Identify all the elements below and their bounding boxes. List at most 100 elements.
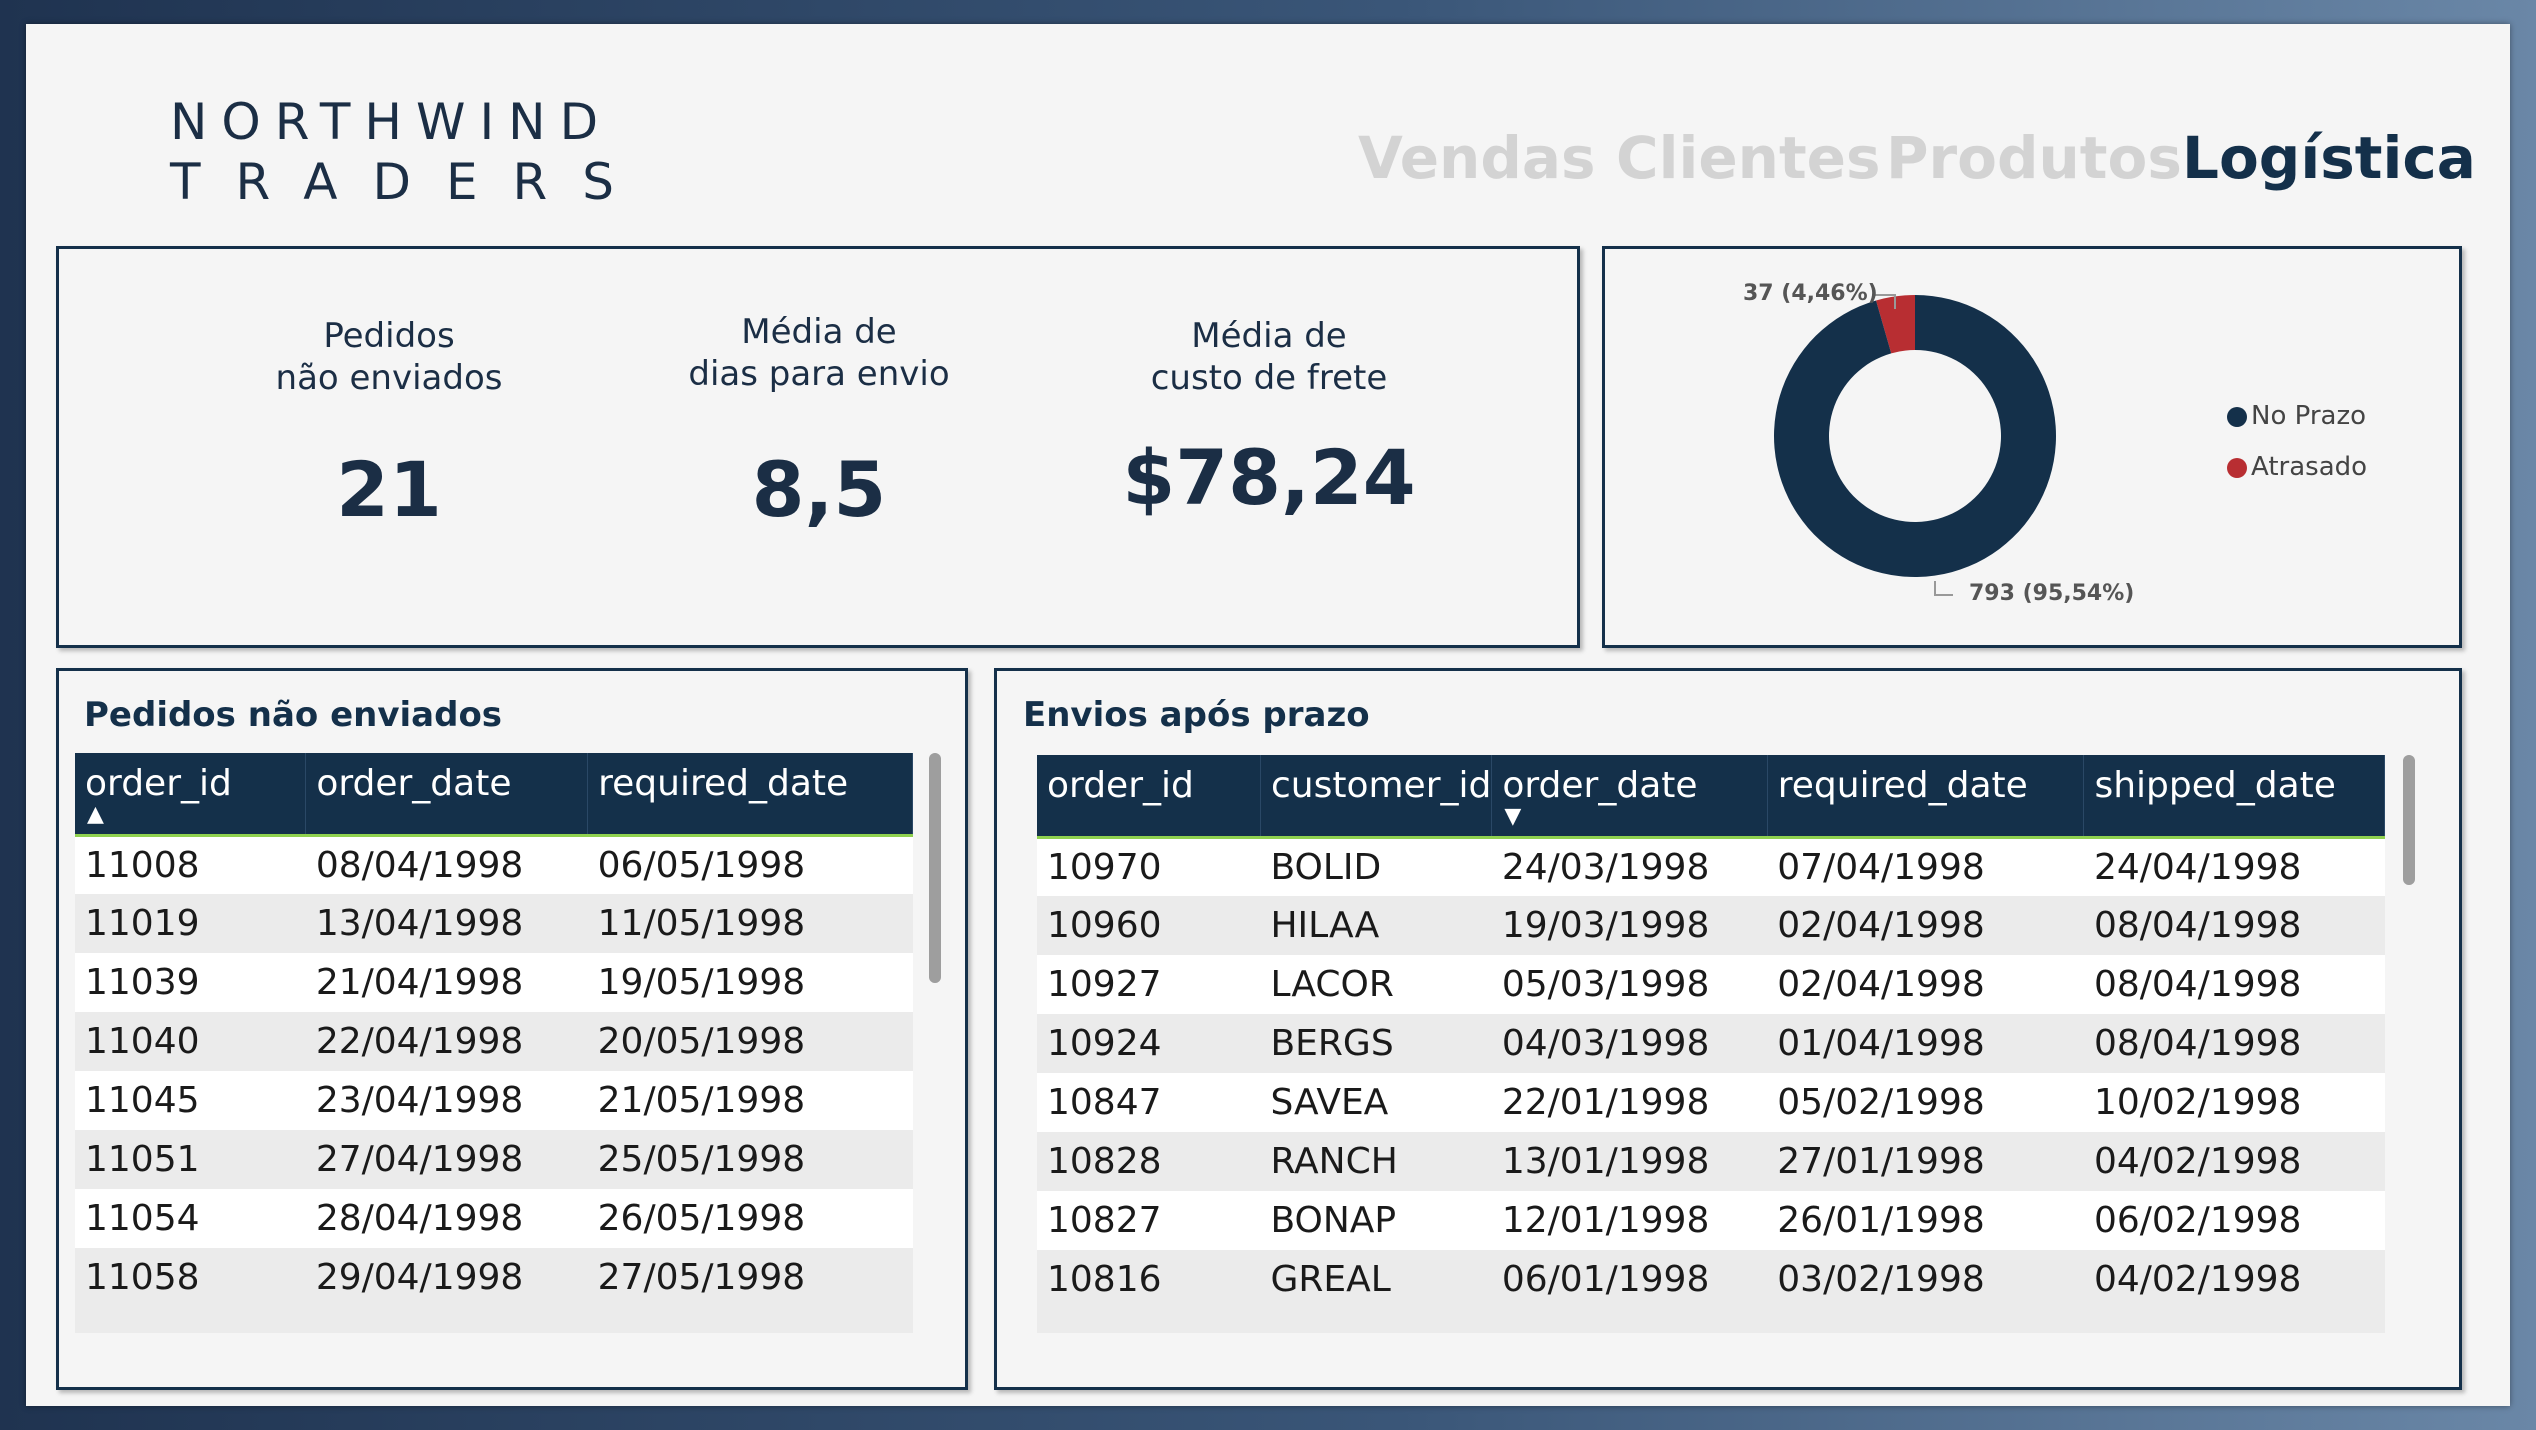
- table-cell: 04/02/1998: [2083, 1132, 2385, 1191]
- table-cell: 27/04/1998: [305, 1130, 588, 1189]
- late-shipments-panel: Envios após prazo order_id customer_id o…: [994, 668, 2462, 1390]
- table-cell: 11019: [75, 894, 306, 953]
- table-cell: 10847: [1037, 1073, 1261, 1132]
- table-cell: 02/04/1998: [1767, 955, 2084, 1014]
- column-header-order-date[interactable]: order_date: [305, 753, 589, 835]
- table-row[interactable]: 10816 GREAL 06/01/1998 03/02/1998 04/02/1998: [1037, 1250, 2385, 1309]
- table-cell: 08/04/1998: [305, 835, 588, 894]
- table-cell: 21/04/1998: [305, 953, 588, 1012]
- kpi-panel: Pedidos não enviados 21 Média de dias pa…: [56, 246, 1580, 648]
- table-row[interactable]: 11054 28/04/1998 26/05/1998: [75, 1189, 913, 1248]
- table-cell: 03/02/1998: [1767, 1250, 2084, 1309]
- table-row[interactable]: 10847 SAVEA 22/01/1998 05/02/1998 10/02/1998: [1037, 1073, 2385, 1132]
- nav-tab-vendas[interactable]: Vendas: [1358, 124, 1596, 192]
- late-shipments-scrollbar[interactable]: [2403, 755, 2415, 885]
- report-canvas: NORTHWIND TRADERS Vendas Clientes Produt…: [26, 24, 2510, 1406]
- table-cell: 19/05/1998: [587, 953, 913, 1012]
- table-cell: 10970: [1037, 837, 1261, 896]
- kpi-avg-freight-cost: Média de custo de frete $78,24: [1099, 315, 1439, 615]
- table-cell: GREAL: [1260, 1250, 1492, 1309]
- kpi-label-line1: Pedidos: [323, 316, 455, 356]
- table-cell: 05/02/1998: [1767, 1073, 2084, 1132]
- table-cell: BOLID: [1260, 837, 1492, 896]
- table-cell: 24/04/1998: [2083, 837, 2385, 896]
- scrollbar-thumb[interactable]: [929, 753, 941, 983]
- legend-item-atrasado[interactable]: Atrasado: [2227, 452, 2367, 482]
- nav-tab-produtos[interactable]: Produtos: [1886, 124, 2182, 192]
- pending-orders-scrollbar[interactable]: [929, 753, 941, 983]
- kpi-avg-shipping-days: Média de dias para envio 8,5: [669, 311, 969, 611]
- pending-orders-title: Pedidos não enviados: [84, 695, 503, 735]
- logo-line-1: NORTHWIND: [170, 93, 613, 151]
- column-header-order-id[interactable]: order_id ▲: [75, 753, 307, 835]
- table-row[interactable]: 11058 29/04/1998 27/05/1998: [75, 1248, 913, 1307]
- column-header-required-date[interactable]: required_date: [1767, 755, 2085, 837]
- pending-orders-panel: Pedidos não enviados order_id ▲ order_dat…: [56, 668, 968, 1390]
- table-row[interactable]: 11019 13/04/1998 11/05/1998: [75, 894, 913, 953]
- column-header-required-date[interactable]: required_date: [587, 753, 913, 835]
- table-cell: 27/01/1998: [1767, 1132, 2084, 1191]
- table-cell: BERGS: [1260, 1014, 1492, 1073]
- table-row[interactable]: 11040 22/04/1998 20/05/1998: [75, 1012, 913, 1071]
- table-cell: 20/05/1998: [587, 1012, 913, 1071]
- northwind-logo: NORTHWIND TRADERS: [170, 92, 649, 212]
- table-cell: 10827: [1037, 1191, 1261, 1250]
- column-header-customer-id[interactable]: customer_id: [1260, 755, 1493, 837]
- kpi-label-line2: não enviados: [275, 358, 503, 398]
- table-row[interactable]: 10924 BERGS 04/03/1998 01/04/1998 08/04/1998: [1037, 1014, 2385, 1073]
- table-cell: 24/03/1998: [1491, 837, 1768, 896]
- table-cell: 25/05/1998: [587, 1130, 913, 1189]
- logo-line-2: TRADERS: [170, 153, 650, 211]
- late-shipments-table[interactable]: order_id customer_id order_date ▼ require…: [1037, 755, 2385, 1333]
- data-label-no-prazo: 793 (95,54%): [1969, 581, 2135, 606]
- column-header-order-date[interactable]: order_date ▼: [1491, 755, 1768, 837]
- table-cell: SAVEA: [1260, 1073, 1492, 1132]
- scrollbar-thumb[interactable]: [2403, 755, 2415, 885]
- table-cell: 07/04/1998: [1767, 837, 2084, 896]
- legend-swatch-atrasado: [2227, 457, 2247, 478]
- table-row[interactable]: 11008 08/04/1998 06/05/1998: [75, 835, 913, 894]
- table-cell: 11045: [75, 1071, 306, 1130]
- table-cell: 12/01/1998: [1491, 1191, 1768, 1250]
- legend-item-no-prazo[interactable]: No Prazo: [2227, 401, 2366, 431]
- column-header-shipped-date[interactable]: shipped_date: [2083, 755, 2385, 837]
- kpi-pending-orders: Pedidos não enviados 21: [239, 315, 539, 615]
- table-row[interactable]: 11051 27/04/1998 25/05/1998: [75, 1130, 913, 1189]
- table-row[interactable]: 10827 BONAP 12/01/1998 26/01/1998 06/02/1998: [1037, 1191, 2385, 1250]
- table-cell: 29/04/1998: [305, 1248, 588, 1307]
- table-cell: 27/05/1998: [587, 1248, 913, 1307]
- table-cell: 04/02/1998: [2083, 1250, 2385, 1309]
- pending-orders-table[interactable]: order_id ▲ order_date required_date 11008…: [75, 753, 913, 1333]
- table-cell: 01/04/1998: [1767, 1014, 2084, 1073]
- kpi-value: 8,5: [751, 445, 887, 534]
- table-cell: 06/01/1998: [1491, 1250, 1768, 1309]
- table-cell: 19/03/1998: [1491, 896, 1768, 955]
- table-cell: 10/02/1998: [2083, 1073, 2385, 1132]
- table-cell: 04/03/1998: [1491, 1014, 1768, 1073]
- table-row[interactable]: 10960 HILAA 19/03/1998 02/04/1998 08/04/1998: [1037, 896, 2385, 955]
- column-header-order-id[interactable]: order_id: [1037, 755, 1261, 837]
- table-cell: RANCH: [1260, 1132, 1492, 1191]
- table-row-partial: [75, 1307, 913, 1333]
- kpi-label-line2: custo de frete: [1150, 358, 1388, 398]
- table-row[interactable]: 10828 RANCH 13/01/1998 27/01/1998 04/02/1998: [1037, 1132, 2385, 1191]
- kpi-value: $78,24: [1122, 433, 1416, 522]
- table-row[interactable]: 10970 BOLID 24/03/1998 07/04/1998 24/04/1998: [1037, 837, 2385, 896]
- table-row[interactable]: 11039 21/04/1998 19/05/1998: [75, 953, 913, 1012]
- table-row[interactable]: 10927 LACOR 05/03/1998 02/04/1998 08/04/1998: [1037, 955, 2385, 1014]
- table-cell: 26/01/1998: [1767, 1191, 2084, 1250]
- table-cell: 11/05/1998: [587, 894, 913, 953]
- table-cell: 11039: [75, 953, 306, 1012]
- table-cell: 13/04/1998: [305, 894, 588, 953]
- table-cell: 10924: [1037, 1014, 1261, 1073]
- table-cell: 08/04/1998: [2083, 1014, 2385, 1073]
- nav-tab-clientes[interactable]: Clientes: [1616, 124, 1881, 192]
- table-cell: 08/04/1998: [2083, 955, 2385, 1014]
- table-cell: 11054: [75, 1189, 306, 1248]
- table-cell: 26/05/1998: [587, 1189, 913, 1248]
- table-cell: 06/05/1998: [587, 835, 913, 894]
- table-row[interactable]: 11045 23/04/1998 21/05/1998: [75, 1071, 913, 1130]
- table-cell: LACOR: [1260, 955, 1492, 1014]
- nav-tab-logistica[interactable]: Logística: [2182, 124, 2476, 192]
- table-cell: 28/04/1998: [305, 1189, 588, 1248]
